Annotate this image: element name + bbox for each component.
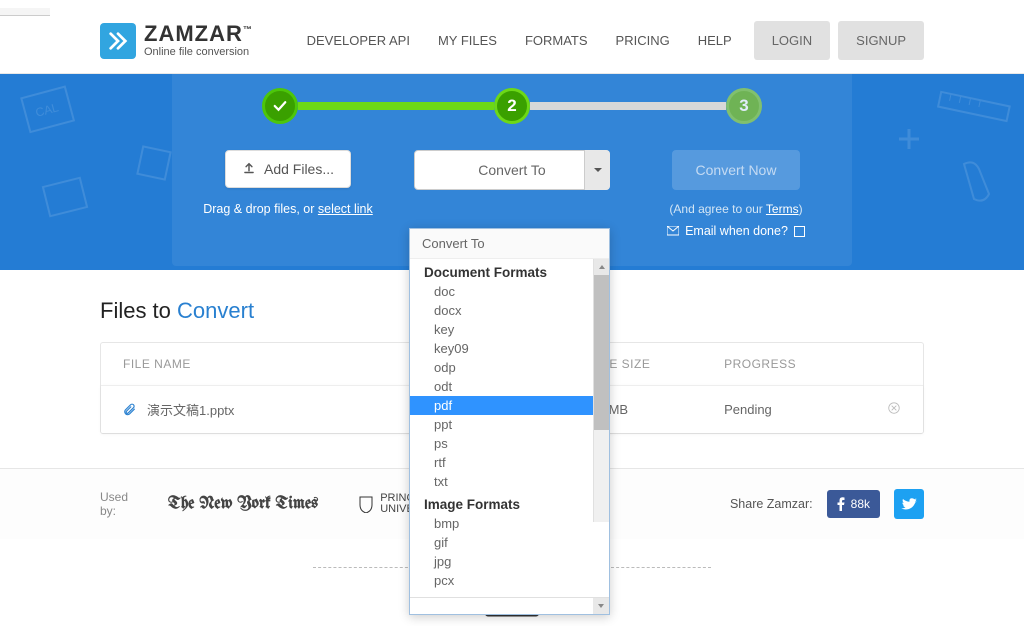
sketch-plus-icon	[894, 124, 924, 154]
sketch-ruler-icon	[934, 84, 1014, 124]
facebook-icon	[837, 497, 845, 511]
format-dropdown: Convert To Document Formatsdocdocxkeykey…	[409, 228, 610, 615]
signup-button[interactable]: SIGNUP	[838, 21, 924, 60]
dropdown-item-pdf[interactable]: pdf	[410, 396, 593, 415]
sketch-book-icon	[38, 174, 93, 224]
dropdown-group-documents: Document Formats	[410, 259, 593, 282]
file-name: 演示文稿1.pptx	[147, 400, 234, 419]
twitter-icon	[901, 498, 917, 511]
select-link[interactable]: select link	[318, 202, 373, 216]
nav-developer-api[interactable]: DEVELOPER API	[293, 23, 424, 58]
dropdown-item-gif[interactable]: gif	[410, 533, 593, 552]
login-button[interactable]: LOGIN	[754, 21, 830, 60]
scroll-up-arrow-icon[interactable]	[594, 259, 609, 275]
dropdown-item-odp[interactable]: odp	[410, 358, 593, 377]
step-bar-2-3	[530, 102, 726, 110]
email-checkbox[interactable]	[794, 226, 805, 237]
nav-formats[interactable]: FORMATS	[511, 23, 602, 58]
nav-help[interactable]: HELP	[684, 23, 746, 58]
dropdown-item-docx[interactable]: docx	[410, 301, 593, 320]
dropdown-item-ppt[interactable]: ppt	[410, 415, 593, 434]
sketch-calendar-icon: CAL	[20, 84, 80, 134]
dropdown-header: Convert To	[410, 229, 609, 259]
remove-file-button[interactable]	[871, 401, 901, 418]
dropdown-item-key[interactable]: key	[410, 320, 593, 339]
dropdown-item-odt[interactable]: odt	[410, 377, 593, 396]
convert-to-select[interactable]: Convert To	[414, 150, 610, 190]
file-progress: Pending	[724, 402, 871, 417]
used-by-label: Usedby:	[100, 490, 128, 519]
dropdown-item-txt[interactable]: txt	[410, 472, 593, 491]
sketch-wrench-icon	[954, 154, 1004, 214]
step-1-done	[262, 88, 298, 124]
dropdown-item-ps[interactable]: ps	[410, 434, 593, 453]
facebook-share-button[interactable]: 88k	[827, 490, 880, 518]
dropdown-item-doc[interactable]: doc	[410, 282, 593, 301]
col-progress: PROGRESS	[724, 357, 871, 371]
drag-drop-hint: Drag & drop files, or select link	[202, 202, 374, 216]
browser-tab-fragment	[0, 8, 50, 16]
terms-link[interactable]: Terms	[766, 202, 799, 216]
dropdown-item-bmp[interactable]: bmp	[410, 514, 593, 533]
convert-to-column: Convert To	[414, 150, 610, 238]
email-when-done: Email when done?	[650, 224, 822, 238]
step-bar-1-2	[298, 102, 494, 110]
col-filesize: FILE SIZE	[591, 357, 725, 371]
dropdown-group-images: Image Formats	[410, 491, 593, 514]
logo-text: ZAMZAR™ Online file conversion	[144, 23, 253, 58]
nyt-logo: The New York Times	[168, 496, 318, 513]
share-label: Share Zamzar:	[730, 497, 813, 511]
dropdown-item-key09[interactable]: key09	[410, 339, 593, 358]
scroll-thumb[interactable]	[594, 275, 609, 430]
convert-now-column: Convert Now (And agree to our Terms) Ema…	[650, 150, 822, 238]
twitter-share-button[interactable]	[894, 489, 924, 519]
dropdown-item-pcx[interactable]: pcx	[410, 571, 593, 590]
logo-icon	[100, 23, 136, 59]
main-header: ZAMZAR™ Online file conversion DEVELOPER…	[0, 8, 1024, 74]
dropdown-item-png[interactable]: png	[410, 590, 593, 597]
nav-pricing[interactable]: PRICING	[602, 23, 684, 58]
svg-text:CAL: CAL	[34, 100, 60, 120]
col-filename: FILE NAME	[123, 357, 457, 371]
upload-icon	[242, 162, 256, 176]
file-size: 03 MB	[591, 402, 725, 417]
terms-line: (And agree to our Terms)	[650, 202, 822, 216]
add-files-column: Add Files... Drag & drop files, or selec…	[202, 150, 374, 238]
shield-icon	[358, 495, 374, 513]
convert-now-button[interactable]: Convert Now	[672, 150, 801, 190]
step-indicator: 2 3	[202, 88, 822, 124]
dropdown-item-rtf[interactable]: rtf	[410, 453, 593, 472]
paperclip-icon	[123, 403, 137, 417]
sketch-note-icon	[135, 144, 175, 184]
step-2-active: 2	[494, 88, 530, 124]
main-nav: DEVELOPER API MY FILES FORMATS PRICING H…	[293, 21, 924, 60]
step-3-pending: 3	[726, 88, 762, 124]
logo[interactable]: ZAMZAR™ Online file conversion	[100, 23, 253, 59]
mail-icon	[667, 226, 679, 236]
nav-my-files[interactable]: MY FILES	[424, 23, 511, 58]
scroll-down-arrow-icon[interactable]	[593, 598, 609, 614]
check-icon	[271, 97, 289, 115]
dropdown-item-jpg[interactable]: jpg	[410, 552, 593, 571]
dropdown-scrollbar[interactable]	[593, 259, 609, 522]
add-files-button[interactable]: Add Files...	[225, 150, 351, 188]
select-arrow-icon	[584, 150, 610, 190]
